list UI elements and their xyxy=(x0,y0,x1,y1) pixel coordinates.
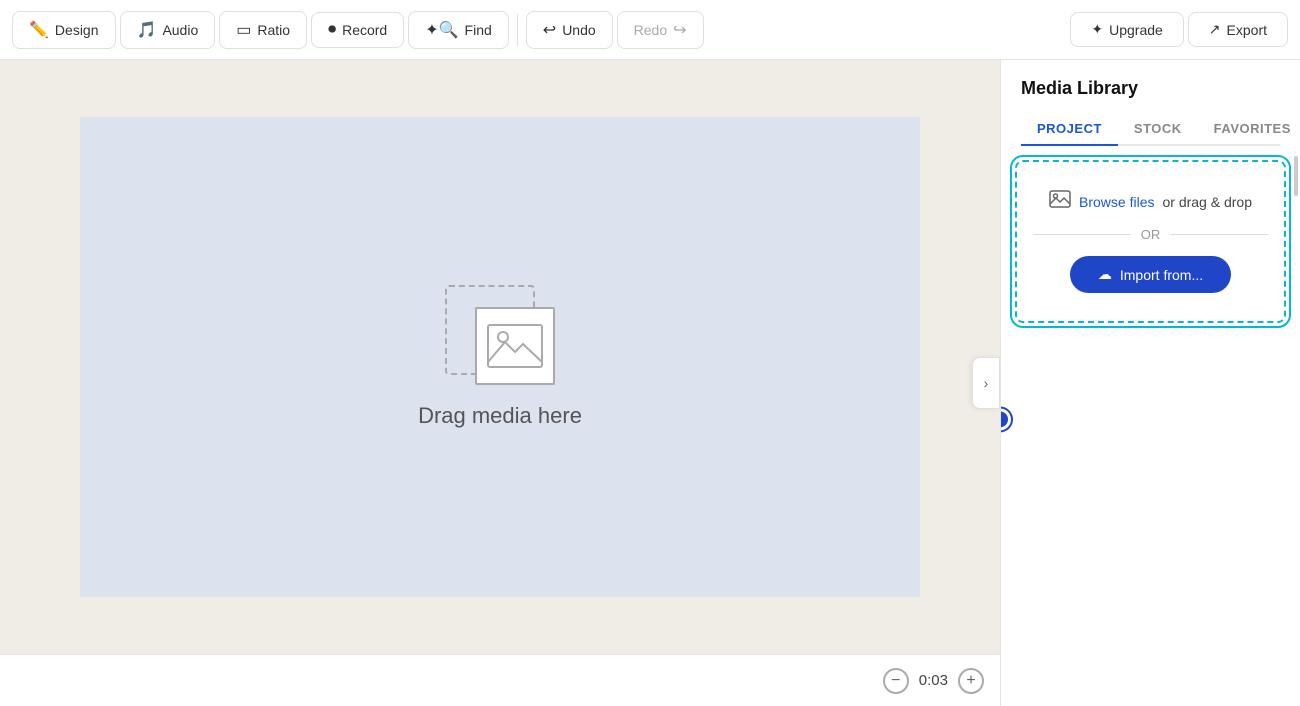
canvas[interactable]: Drag media here xyxy=(80,117,920,597)
audio-button[interactable]: 🎵 Audio xyxy=(120,11,216,49)
browse-files-link[interactable]: Browse files xyxy=(1079,194,1154,210)
ratio-button[interactable]: ▭ Ratio xyxy=(219,11,307,49)
timeline-bar: − 0:03 + xyxy=(0,654,1000,706)
blue-dot-indicator xyxy=(1001,408,1011,430)
time-increase-button[interactable]: + xyxy=(958,668,984,694)
upgrade-star-icon: ✦ xyxy=(1091,21,1103,38)
tab-favorites[interactable]: FAVORITES xyxy=(1198,113,1300,146)
image-placeholder-icon xyxy=(475,307,555,385)
search-icon: ✦🔍 xyxy=(425,20,458,40)
time-decrease-button[interactable]: − xyxy=(883,668,909,694)
media-tabs: PROJECT STOCK FAVORITES xyxy=(1021,113,1280,146)
cloud-upload-icon: ☁ xyxy=(1098,266,1112,283)
chevron-right-icon: › xyxy=(984,375,989,391)
upload-top-row: Browse files or drag & drop xyxy=(1049,190,1252,213)
or-divider: OR xyxy=(1033,227,1268,242)
canvas-media-placeholder: Drag media here xyxy=(418,285,582,429)
upgrade-button[interactable]: ✦ Upgrade xyxy=(1070,12,1183,47)
tab-project[interactable]: PROJECT xyxy=(1021,113,1118,146)
export-button[interactable]: ↗ Export xyxy=(1188,12,1288,47)
design-button[interactable]: ✏️ Design xyxy=(12,11,116,49)
upload-zone[interactable]: Browse files or drag & drop OR ☁ Import … xyxy=(1015,160,1286,323)
scrollbar-thumb xyxy=(1294,156,1298,196)
media-library-header: Media Library PROJECT STOCK FAVORITES xyxy=(1001,60,1300,146)
main-area: Drag media here › − 0:03 + Media Library… xyxy=(0,60,1300,706)
undo-button[interactable]: ↩ Undo xyxy=(526,11,613,49)
record-button[interactable]: ⏺ Record xyxy=(311,12,404,48)
collapse-handle[interactable]: › xyxy=(972,357,1000,409)
find-button[interactable]: ✦🔍 Find xyxy=(408,11,509,49)
redo-icon: ↪ xyxy=(673,20,686,40)
toolbar-divider xyxy=(517,14,518,46)
export-icon: ↗ xyxy=(1209,21,1221,38)
media-library-title: Media Library xyxy=(1021,78,1280,99)
music-icon: 🎵 xyxy=(137,20,157,40)
canvas-area: Drag media here › − 0:03 + xyxy=(0,60,1000,706)
pen-icon: ✏️ xyxy=(29,20,49,40)
canvas-drag-label: Drag media here xyxy=(418,403,582,429)
record-icon: ⏺ xyxy=(328,21,336,39)
media-library-sidebar: Media Library PROJECT STOCK FAVORITES xyxy=(1000,60,1300,706)
tab-stock[interactable]: STOCK xyxy=(1118,113,1198,146)
import-from-button[interactable]: ☁ Import from... xyxy=(1070,256,1231,293)
toolbar: ✏️ Design 🎵 Audio ▭ Ratio ⏺ Record ✦🔍 Fi… xyxy=(0,0,1300,60)
media-library-body: Browse files or drag & drop OR ☁ Import … xyxy=(1001,146,1300,706)
ratio-icon: ▭ xyxy=(236,20,251,40)
time-display: 0:03 xyxy=(919,672,948,689)
undo-icon: ↩ xyxy=(543,20,556,40)
image-upload-icon xyxy=(1049,190,1071,213)
media-icon-wrap xyxy=(445,285,555,385)
redo-button[interactable]: Redo ↪ xyxy=(617,11,704,49)
canvas-wrapper: Drag media here xyxy=(0,60,1000,654)
drag-drop-text: or drag & drop xyxy=(1162,194,1252,210)
sidebar-scrollbar[interactable] xyxy=(1294,156,1298,696)
